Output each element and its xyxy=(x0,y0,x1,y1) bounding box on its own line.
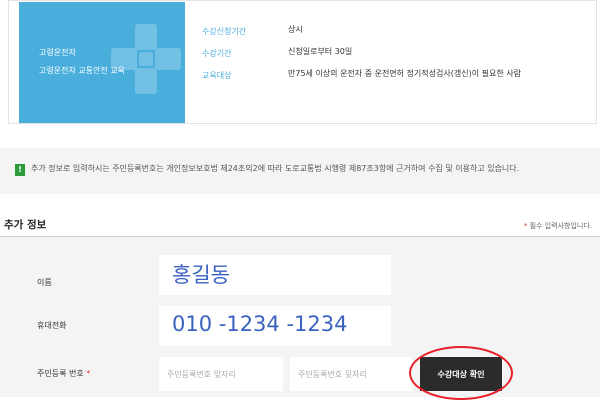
name-label: 이름 xyxy=(37,278,52,287)
course-title: 고령운전자 xyxy=(39,48,76,57)
course-subtitle: 고령운전자 교통안전 교육 xyxy=(39,66,126,75)
info-icon: ! xyxy=(15,164,25,176)
phone-label: 휴대전화 xyxy=(37,321,67,330)
rrn-required-star: * xyxy=(86,369,91,378)
rrn-label-text: 주민등록 번호 xyxy=(37,369,84,378)
registration-period-value: 상시 xyxy=(288,25,303,34)
course-tile: 고령운전자 고령운전자 교통안전 교육 xyxy=(19,2,185,123)
cross-pattern-icon xyxy=(111,24,181,94)
rrn-label: 주민등록 번호 * xyxy=(37,368,90,379)
target-value: 만75세 이상의 운전자 중 운전면허 정기적성검사(갱신)이 필요한 사람 xyxy=(288,69,521,78)
check-eligibility-button[interactable]: 수강대상 확인 xyxy=(420,357,502,391)
course-period-label: 수강기간 xyxy=(202,49,232,58)
target-label: 교육대상 xyxy=(202,71,232,80)
phone-value: 010 -1234 -1234 xyxy=(172,312,348,336)
required-note-text: 필수 입력사항입니다. xyxy=(529,222,592,230)
section-title: 추가 정보 xyxy=(4,219,47,231)
course-period-value: 신청일로부터 30일 xyxy=(288,47,353,56)
rrn-front-input[interactable] xyxy=(159,357,283,391)
name-value: 홍길동 xyxy=(172,263,230,287)
rrn-back-input[interactable] xyxy=(290,357,412,391)
required-note: * 필수 입력사항입니다. xyxy=(524,221,592,231)
privacy-notice-text: 추가 정보로 입력하시는 주민등록번호는 개인정보보호법 제24조의2에 따라 … xyxy=(31,164,520,173)
course-summary: 고령운전자 고령운전자 교통안전 교육 xyxy=(8,0,597,124)
registration-period-label: 수강신청기간 xyxy=(202,27,247,36)
required-star: * xyxy=(523,222,528,230)
